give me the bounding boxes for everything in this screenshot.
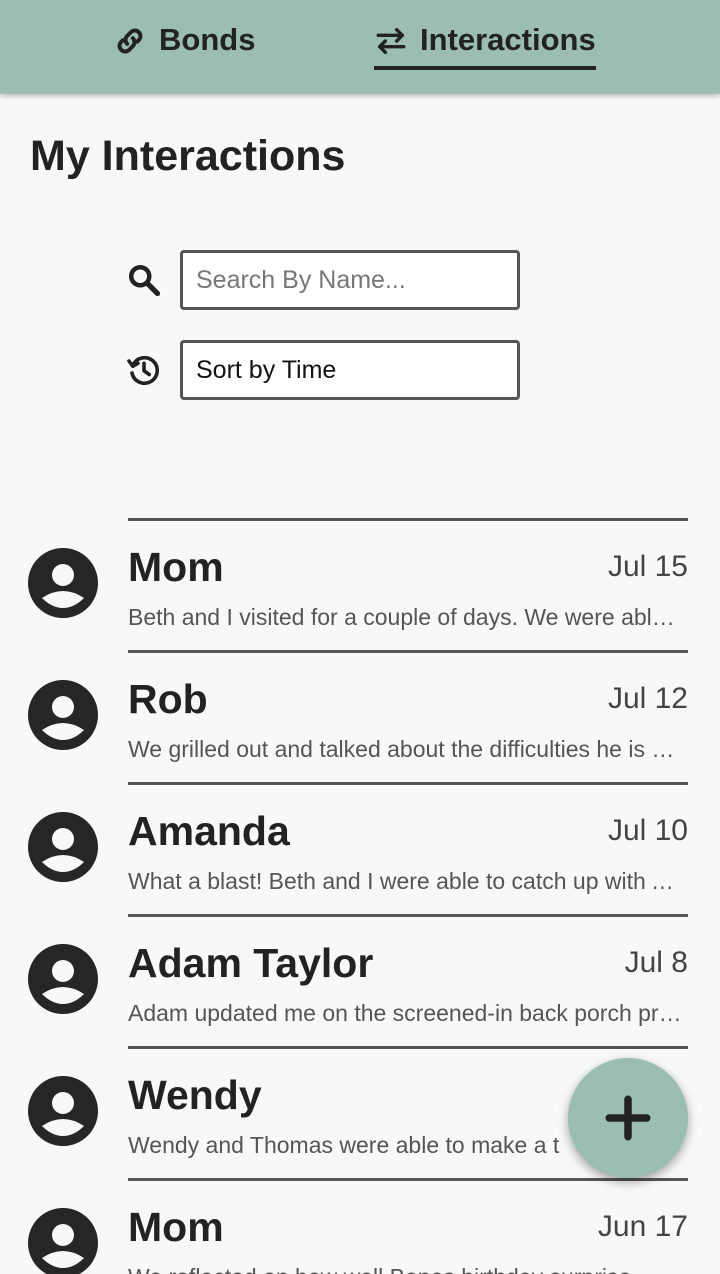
swap-arrows-icon: [376, 27, 406, 55]
contact-name: Adam Taylor: [128, 940, 374, 986]
top-nav-bar: Bonds Interactions: [0, 0, 720, 94]
interaction-date: Jul 12: [607, 682, 688, 715]
contact-name: Mom: [128, 544, 224, 590]
list-item[interactable]: Adam Taylor Jul 8 Adam updated me on the…: [0, 914, 720, 1046]
interaction-date: Jul 10: [607, 814, 688, 847]
divider: [128, 518, 688, 521]
contact-name: Wendy: [128, 1072, 262, 1118]
tab-bonds[interactable]: Bonds: [113, 22, 255, 70]
search-input[interactable]: [180, 250, 520, 310]
sort-select-value: Sort by Time: [196, 355, 337, 384]
divider: [128, 782, 688, 785]
tab-interactions[interactable]: Interactions: [374, 22, 596, 70]
interaction-summary: Beth and I visited for a couple of days.…: [128, 604, 683, 630]
plus-icon: [605, 1095, 651, 1141]
sort-row: Sort by Time: [126, 340, 520, 400]
link-icon: [117, 28, 143, 54]
search-icon: [129, 265, 161, 297]
interaction-date: Jul 8: [624, 946, 688, 979]
interaction-summary: We reflected on how well Banes birthday …: [128, 1264, 683, 1274]
interaction-date: Jun 17: [597, 1210, 688, 1243]
page-title: My Interactions: [30, 132, 346, 180]
interaction-date: Jul 15: [607, 550, 688, 583]
divider: [128, 1046, 688, 1049]
search-row: [126, 250, 520, 310]
interaction-summary: What a blast! Beth and I were able to ca…: [128, 868, 683, 894]
add-interaction-button[interactable]: [568, 1058, 688, 1178]
avatar-icon: [28, 1208, 98, 1274]
avatar-icon: [28, 1076, 98, 1146]
avatar-icon: [28, 812, 98, 882]
divider: [128, 1178, 688, 1181]
avatar-icon: [28, 944, 98, 1014]
list-item[interactable]: Mom Jul 15 Beth and I visited for a coup…: [0, 518, 720, 650]
contact-name: Mom: [128, 1204, 224, 1250]
history-icon: [127, 355, 160, 386]
avatar-icon: [28, 680, 98, 750]
contact-name: Rob: [128, 676, 208, 722]
contact-name: Amanda: [128, 808, 290, 854]
sort-select[interactable]: Sort by Time: [180, 340, 520, 400]
list-item[interactable]: Rob Jul 12 We grilled out and talked abo…: [0, 650, 720, 782]
divider: [128, 650, 688, 653]
list-item[interactable]: Mom Jun 17 We reflected on how well Bane…: [0, 1178, 720, 1274]
list-item[interactable]: Amanda Jul 10 What a blast! Beth and I w…: [0, 782, 720, 914]
interaction-summary: We grilled out and talked about the diff…: [128, 736, 683, 762]
interaction-summary: Adam updated me on the screened-in back …: [128, 1000, 683, 1026]
divider: [128, 914, 688, 917]
tab-interactions-label: Interactions: [420, 22, 596, 57]
tab-bonds-label: Bonds: [159, 22, 256, 57]
avatar-icon: [28, 548, 98, 618]
